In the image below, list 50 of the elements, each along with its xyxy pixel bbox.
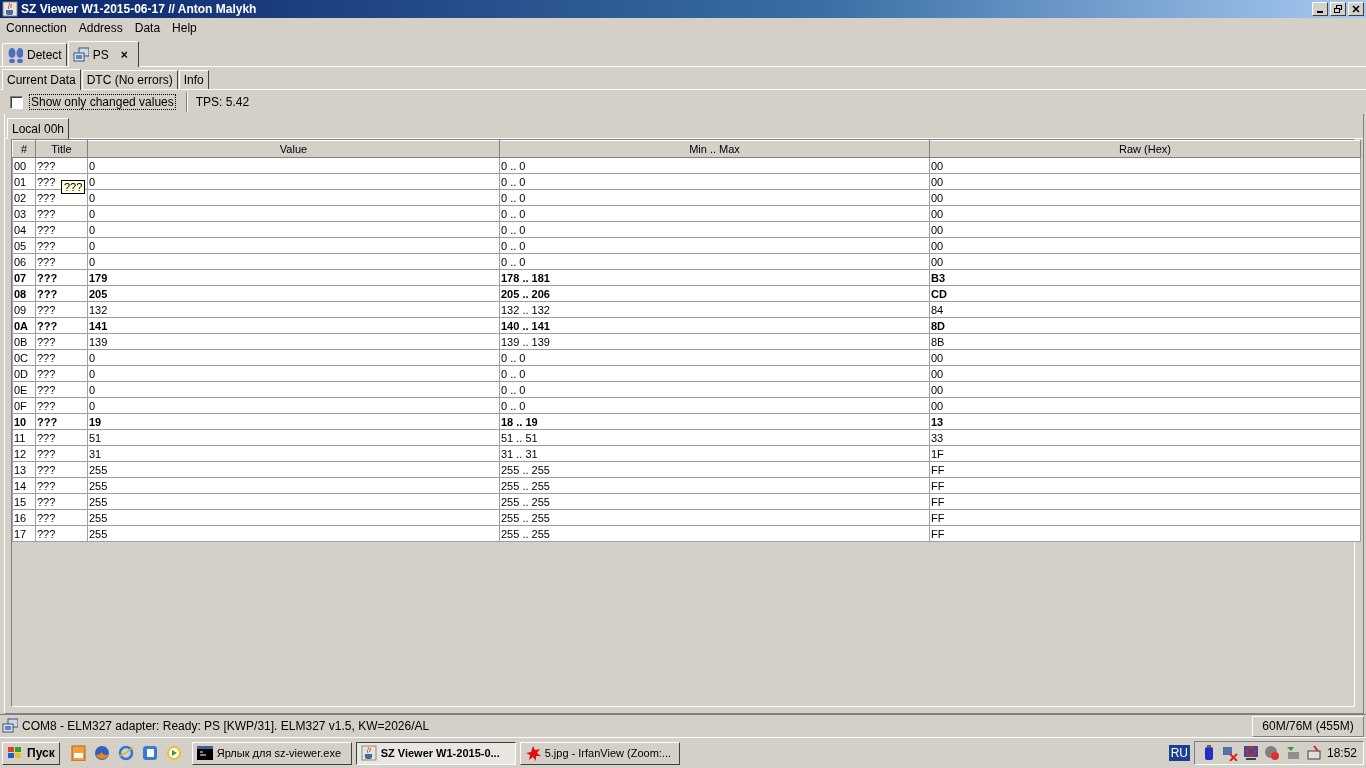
restore-icon	[1334, 5, 1342, 13]
column-header[interactable]: Title	[35, 140, 88, 158]
java-cup-icon	[360, 745, 377, 761]
menu-item[interactable]: Address	[72, 20, 129, 35]
console-icon	[196, 745, 213, 761]
menu-item[interactable]: Data	[128, 20, 167, 35]
globe-icon[interactable]	[117, 745, 134, 761]
monitor-blocked-icon[interactable]	[1242, 745, 1259, 761]
tab[interactable]: Info	[178, 70, 209, 89]
disc-blocked-icon[interactable]	[1263, 745, 1280, 761]
document-icon[interactable]	[69, 745, 86, 761]
status-message: COM8 - ELM327 adapter: Ready: PS [KWP/31]. ELM327 v1.5, KW=2026/AL	[22, 719, 431, 733]
tps-reading: TPS: 5.42	[195, 95, 250, 109]
play-icon[interactable]	[165, 745, 182, 761]
memory-indicator: 60M/76M (455M)	[1252, 715, 1364, 737]
windows-flag-icon	[7, 746, 23, 760]
close-icon	[1352, 5, 1360, 13]
taskbar-button[interactable]: SZ Viewer W1-2015-0...	[355, 741, 516, 765]
footprints-icon	[7, 47, 23, 63]
column-header[interactable]: Raw (Hex)	[929, 140, 1361, 158]
splash-icon	[524, 745, 541, 761]
menu-item[interactable]: Help	[166, 20, 203, 35]
computers-icon	[72, 46, 89, 63]
computers-icon	[2, 718, 18, 734]
tab[interactable]: Current Data	[2, 69, 81, 90]
clock: 18:52	[1326, 746, 1357, 760]
tab[interactable]: DTC (No errors)	[81, 70, 178, 89]
minimize-button[interactable]	[1312, 2, 1328, 16]
menu-item[interactable]: Connection	[0, 20, 73, 35]
java-cup-icon	[2, 1, 18, 17]
taskbar-button[interactable]: 5.jpg - IrfanView (Zoom:...	[519, 741, 680, 765]
start-button[interactable]: Пуск	[2, 741, 60, 765]
language-indicator[interactable]: RU	[1168, 745, 1190, 761]
taskbar-button[interactable]: Ярлык для sz-viewer.exe	[191, 741, 352, 765]
checkbox-label[interactable]: Show only changed values	[29, 94, 176, 110]
page-icon[interactable]	[141, 745, 158, 761]
tooltip: ???	[61, 180, 86, 194]
fox-globe-icon[interactable]	[93, 745, 110, 761]
column-header[interactable]: Value	[87, 140, 500, 158]
tab[interactable]: PS ×	[67, 41, 139, 67]
tab[interactable]: Local 00h	[7, 118, 70, 139]
column-header[interactable]: Min .. Max	[499, 140, 930, 158]
network-error-icon[interactable]	[1221, 745, 1238, 761]
close-tab-button[interactable]: ×	[120, 47, 128, 62]
window-title: SZ Viewer W1-2015-06-17 // Anton Malykh	[21, 2, 258, 16]
restore-button[interactable]	[1330, 2, 1346, 16]
checkbox[interactable]	[10, 95, 23, 109]
tab[interactable]: Detect	[2, 43, 67, 66]
column-header[interactable]: #	[12, 140, 36, 158]
close-button[interactable]	[1348, 2, 1364, 16]
